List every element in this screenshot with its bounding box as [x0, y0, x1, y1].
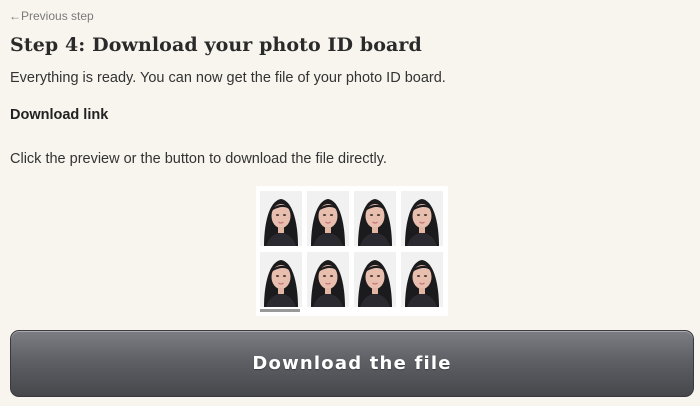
page-title: Step 4: Download your photo ID board — [10, 34, 422, 56]
preview-caption-line — [260, 309, 300, 312]
instruction-text: Click the preview or the button to downl… — [10, 151, 387, 167]
previous-step-link[interactable]: ←Previous step — [9, 9, 94, 23]
id-photo-thumbnail — [307, 191, 349, 246]
id-photo-thumbnail — [260, 252, 302, 307]
id-photo-thumbnail — [307, 252, 349, 307]
id-photo-thumbnail — [260, 191, 302, 246]
id-photo-thumbnail — [401, 252, 443, 307]
download-link-heading: Download link — [10, 107, 109, 123]
photo-board-preview[interactable] — [256, 186, 448, 316]
photo-grid — [260, 191, 444, 307]
intro-text: Everything is ready. You can now get the… — [10, 70, 446, 86]
id-photo-thumbnail — [354, 252, 396, 307]
id-photo-thumbnail — [401, 191, 443, 246]
id-photo-thumbnail — [354, 191, 396, 246]
download-file-button[interactable]: Download the file — [10, 330, 694, 397]
